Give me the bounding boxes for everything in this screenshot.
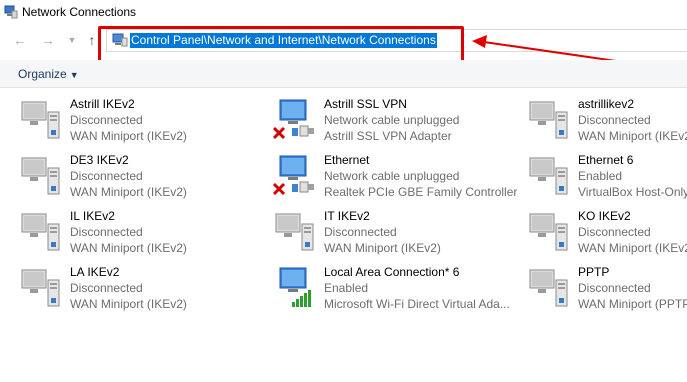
connection-status: Disconnected	[70, 281, 143, 295]
vpn-icon	[529, 101, 568, 139]
connection-device: WAN Miniport (IKEv2)	[70, 241, 187, 255]
ethernet-enabled-icon	[529, 157, 568, 195]
chevron-down-icon: ▼	[69, 70, 79, 80]
connection-device: WAN Miniport (PPTP	[578, 297, 687, 311]
connection-status: Disconnected	[578, 281, 651, 295]
connection-name: Local Area Connection* 6	[324, 265, 460, 279]
ethernet-unplugged-icon	[272, 99, 314, 140]
connection-name: DE3 IKEv2	[70, 153, 129, 167]
connection-device: WAN Miniport (IKEv2)	[70, 297, 187, 311]
ethernet-unplugged-icon	[272, 155, 314, 196]
connection-name: LA IKEv2	[70, 265, 120, 279]
connection-device: WAN Miniport (IKEv2)	[578, 241, 687, 255]
vpn-icon	[275, 213, 314, 251]
connection-device: Astrill SSL VPN Adapter	[324, 129, 452, 143]
connection-name: Astrill SSL VPN	[324, 97, 407, 111]
wifi-enabled-icon	[279, 267, 311, 307]
connection-status: Network cable unplugged	[324, 113, 460, 127]
connection-device: WAN Miniport (IKEv2)	[578, 129, 687, 143]
connection-name: IL IKEv2	[70, 209, 115, 223]
connection-device: Microsoft Wi-Fi Direct Virtual Ada...	[324, 297, 510, 311]
connection-status: Enabled	[578, 169, 623, 183]
connection-status: Disconnected	[70, 113, 143, 127]
connection-name: PPTP	[578, 265, 610, 279]
connection-name: astrillikev2	[578, 97, 635, 111]
connection-status: Disconnected	[578, 225, 651, 239]
connection-device: WAN Miniport (IKEv2)	[324, 241, 441, 255]
connection-name: IT IKEv2	[324, 209, 370, 223]
connection-status: Disconnected	[324, 225, 397, 239]
connection-device: Realtek PCIe GBE Family Controller	[324, 185, 518, 199]
connection-name: Astrill IKEv2	[70, 97, 135, 111]
connection-status: Enabled	[324, 281, 369, 295]
connection-status: Disconnected	[70, 225, 143, 239]
connection-device: WAN Miniport (IKEv2)	[70, 129, 187, 143]
connection-device: WAN Miniport (IKEv2)	[70, 185, 187, 199]
connection-status: Disconnected	[70, 169, 143, 183]
connection-name: Ethernet	[324, 153, 370, 167]
connection-device: VirtualBox Host-Only	[578, 185, 687, 199]
connection-status: Disconnected	[578, 113, 651, 127]
vpn-icon	[21, 213, 60, 251]
vpn-icon	[529, 269, 568, 307]
vpn-icon	[21, 101, 60, 139]
command-bar: Organize ▼	[0, 60, 687, 88]
connection-name: KO IKEv2	[578, 209, 631, 223]
vpn-icon	[21, 269, 60, 307]
vpn-icon	[21, 157, 60, 195]
vpn-icon	[529, 213, 568, 251]
connection-name: Ethernet 6	[578, 153, 634, 167]
organize-button[interactable]: Organize ▼	[18, 67, 79, 81]
connection-status: Network cable unplugged	[324, 169, 460, 183]
